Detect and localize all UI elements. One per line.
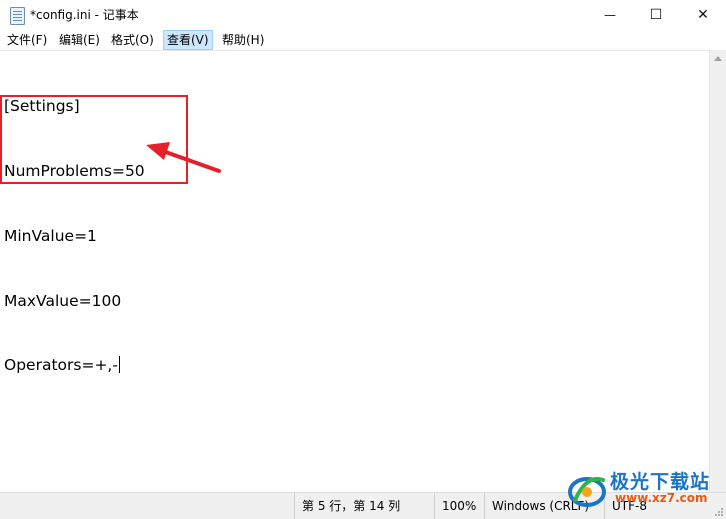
watermark-brand: 极光下载站 bbox=[610, 471, 711, 493]
watermark: 极光下载站 www.xz7.com bbox=[563, 467, 726, 515]
watermark-logo-icon bbox=[568, 477, 606, 507]
watermark-url: www.xz7.com bbox=[615, 491, 708, 505]
status-cursor-position: 第 5 行，第 14 列 bbox=[294, 493, 430, 519]
status-zoom: 100% bbox=[434, 493, 488, 519]
annotation-arrow-icon bbox=[146, 142, 221, 173]
